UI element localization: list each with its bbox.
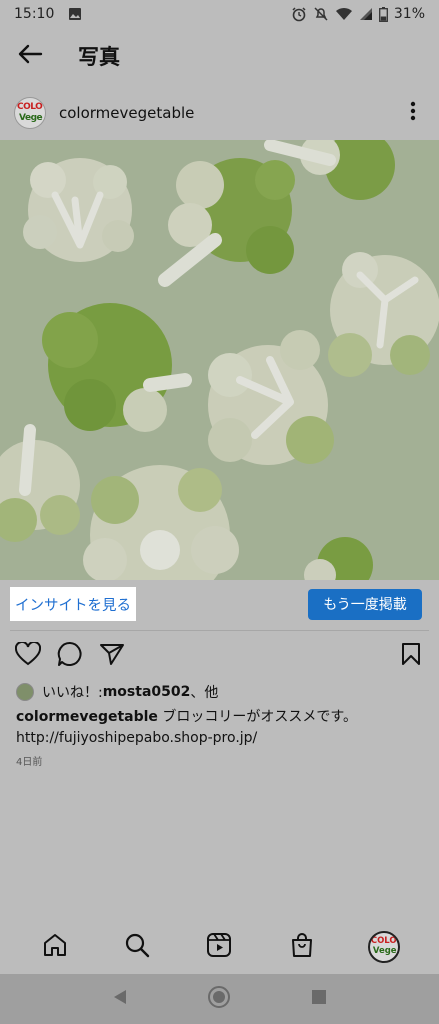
system-recents-button[interactable] xyxy=(304,984,334,1014)
likes-prefix: いいね！: xyxy=(42,685,103,701)
battery-icon xyxy=(378,6,388,22)
comment-button[interactable] xyxy=(56,641,84,671)
post-actions xyxy=(0,640,439,672)
nav-search[interactable] xyxy=(115,925,159,969)
app-header: 写真 xyxy=(0,28,439,84)
insight-row: インサイトを見る もう一度掲載 xyxy=(0,580,439,628)
broccoli-and-cauliflower-photo xyxy=(0,140,439,580)
heart-icon xyxy=(14,640,42,670)
nav-profile[interactable]: COLO Vege xyxy=(362,925,406,969)
wifi-icon xyxy=(335,7,353,21)
reels-icon xyxy=(206,932,232,962)
nav-reels[interactable] xyxy=(197,925,241,969)
status-bar: 15:10 31% xyxy=(0,0,439,28)
status-time: 15:10 xyxy=(14,6,55,22)
mute-icon xyxy=(313,6,329,22)
arrow-left-icon xyxy=(17,44,43,68)
avatar-logo-bottom: Vege xyxy=(372,946,397,956)
post-author-username[interactable]: colormevegetable xyxy=(59,104,194,122)
likes-suffix: 、他 xyxy=(190,685,219,701)
system-nav-bar xyxy=(0,974,439,1024)
save-button[interactable] xyxy=(397,642,425,670)
view-insights-link[interactable]: インサイトを見る xyxy=(10,587,136,621)
home-circle-icon xyxy=(207,985,231,1013)
caption-link[interactable]: http://fujiyoshipepabo.shop-pro.jp/ xyxy=(16,728,426,749)
profile-avatar: COLO Vege xyxy=(367,931,400,963)
comment-icon xyxy=(57,641,83,671)
shop-icon xyxy=(290,932,314,962)
bottom-nav: COLO Vege xyxy=(0,920,439,974)
post-caption: colormevegetable ブロッコリーがオススメです。 http://f… xyxy=(16,707,426,749)
avatar-logo-bottom: Vege xyxy=(19,113,43,123)
share-button[interactable] xyxy=(98,642,126,670)
battery-percent: 31% xyxy=(393,6,425,22)
signal-icon xyxy=(359,7,373,21)
like-button[interactable] xyxy=(14,640,42,670)
nav-home[interactable] xyxy=(33,925,77,969)
caption-text: ブロッコリーがオススメです。 xyxy=(157,709,357,725)
post-photo[interactable] xyxy=(0,140,439,580)
avatar-logo-top: COLO xyxy=(370,936,397,946)
divider xyxy=(10,630,429,631)
image-notification-icon xyxy=(68,7,82,21)
liker-avatar xyxy=(16,683,34,701)
system-home-button[interactable] xyxy=(204,984,234,1014)
back-button[interactable] xyxy=(0,28,60,84)
post-timestamp: 4日前 xyxy=(16,757,43,768)
caption-username[interactable]: colormevegetable xyxy=(16,709,158,725)
nav-shop[interactable] xyxy=(280,925,324,969)
more-options-button[interactable] xyxy=(401,97,425,129)
alarm-icon xyxy=(291,6,307,22)
page-title: 写真 xyxy=(78,45,120,69)
avatar-logo-top: COLO xyxy=(17,102,43,112)
bookmark-icon xyxy=(401,642,421,670)
recents-square-icon xyxy=(311,989,327,1009)
three-dots-vertical-icon xyxy=(410,101,416,125)
share-icon xyxy=(99,642,125,670)
likes-user[interactable]: mosta0502 xyxy=(103,684,191,700)
post-author-avatar[interactable]: COLO Vege xyxy=(14,97,46,129)
back-triangle-icon xyxy=(112,988,128,1010)
search-icon xyxy=(124,932,150,962)
post-header: COLO Vege colormevegetable xyxy=(0,90,439,136)
likes-summary[interactable]: いいね！: mosta0502 、他 xyxy=(16,681,218,703)
system-back-button[interactable] xyxy=(105,984,135,1014)
repost-button[interactable]: もう一度掲載 xyxy=(308,588,422,620)
home-icon xyxy=(42,932,68,962)
